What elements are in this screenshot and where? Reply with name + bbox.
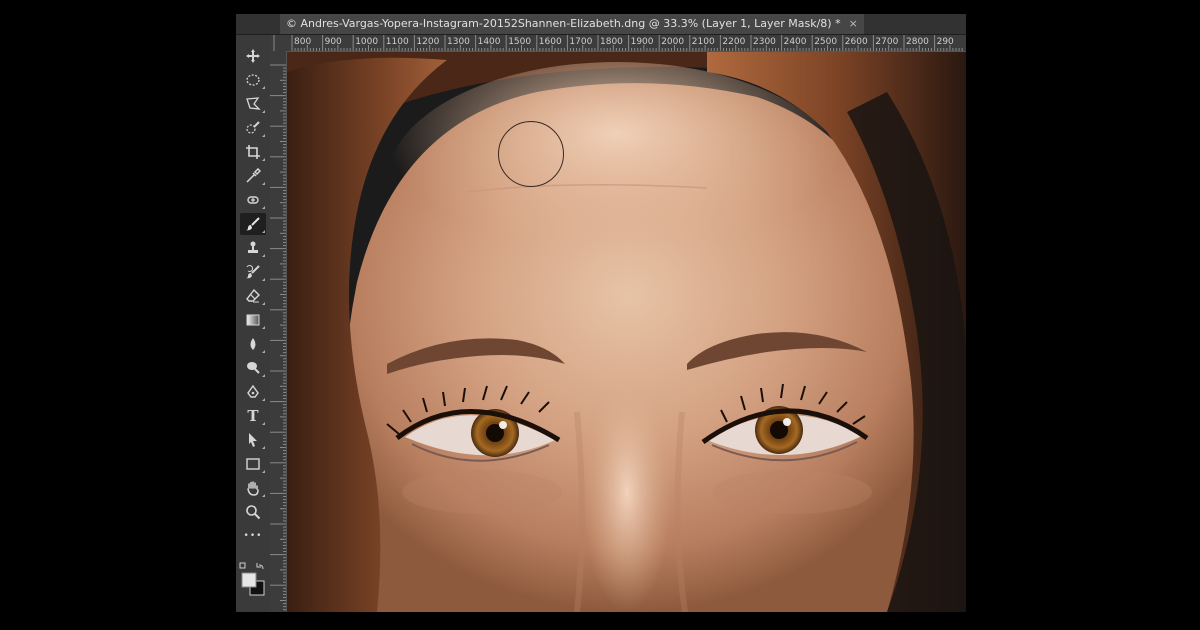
- brush-cursor: [498, 121, 564, 187]
- ruler-label: 2800: [906, 37, 929, 47]
- ruler-label: 1400: [477, 37, 501, 47]
- healing-icon: [247, 196, 259, 204]
- close-tab-icon[interactable]: ×: [849, 14, 858, 34]
- quick-selection-icon: [246, 121, 260, 134]
- more-icon: •••: [243, 531, 263, 541]
- dodge-tool[interactable]: [240, 357, 266, 379]
- pen-tool[interactable]: [240, 381, 266, 403]
- swap-colors-icon[interactable]: [256, 563, 264, 570]
- elliptical-marquee-tool[interactable]: [240, 69, 266, 91]
- brush-tool[interactable]: [240, 213, 266, 235]
- ruler-label: 800: [294, 37, 312, 47]
- vertical-ruler-ticks: [270, 64, 286, 611]
- eraser-tool[interactable]: [240, 285, 266, 307]
- hand-tool[interactable]: [240, 477, 266, 499]
- stamp-icon: [248, 241, 258, 253]
- move-icon: [246, 49, 260, 63]
- ruler-label: 290: [936, 37, 954, 47]
- color-swatches: [238, 562, 268, 602]
- rectangle-tool[interactable]: [240, 453, 266, 475]
- spot-healing-tool[interactable]: [240, 189, 266, 211]
- swatch-controls: [239, 562, 265, 596]
- ruler-label: 2600: [844, 37, 868, 47]
- history-brush-icon: [246, 264, 260, 279]
- move-tool[interactable]: [240, 45, 266, 67]
- zoom-tool[interactable]: [240, 501, 266, 523]
- document-tab-title: © Andres-Vargas-Yopera-Instagram-20152Sh…: [286, 17, 841, 30]
- foreground-color-swatch[interactable]: [241, 572, 257, 588]
- horizontal-ruler: 800 900 1000 1100 1200 1300 1400 1500 1600 1700 18…: [270, 35, 966, 52]
- path-selection-tool[interactable]: [240, 429, 266, 451]
- zoom-icon: [246, 505, 261, 520]
- crop-icon: [246, 145, 260, 159]
- ruler-label: 2100: [691, 37, 715, 47]
- eyedropper-icon: [246, 168, 261, 183]
- ruler-label: 2400: [783, 37, 807, 47]
- ruler-label: 1600: [538, 37, 562, 47]
- dodge-icon: [247, 362, 260, 374]
- brush-icon: [246, 217, 260, 231]
- ruler-label: 2000: [661, 37, 685, 47]
- ruler-label: 1200: [416, 37, 440, 47]
- gradient-tool[interactable]: [240, 309, 266, 331]
- ruler-label: 1300: [447, 37, 470, 47]
- polygonal-lasso-tool[interactable]: [240, 93, 266, 115]
- ruler-label: 1700: [569, 37, 593, 47]
- ruler-label: 2700: [875, 37, 899, 47]
- portrait-photo: [287, 52, 966, 612]
- lasso-icon: [246, 97, 261, 110]
- gradient-icon: [246, 314, 260, 326]
- blur-icon: [250, 338, 256, 350]
- ruler-label: 2300: [753, 37, 776, 47]
- crop-tool[interactable]: [240, 141, 266, 163]
- type-icon: T: [247, 407, 259, 425]
- ruler-label: 900: [324, 37, 342, 47]
- default-colors-icon[interactable]: [239, 562, 246, 569]
- ruler-label: 2200: [722, 37, 746, 47]
- history-brush-tool[interactable]: [240, 261, 266, 283]
- ruler-label: 1500: [508, 37, 532, 47]
- ruler-label: 1000: [355, 37, 379, 47]
- hand-icon: [247, 481, 259, 496]
- ruler-label: 1100: [385, 37, 409, 47]
- pen-icon: [247, 384, 259, 398]
- tools-panel: T •••: [236, 35, 271, 612]
- arrow-icon: [249, 433, 257, 447]
- eraser-icon: [246, 288, 260, 303]
- document-tab[interactable]: © Andres-Vargas-Yopera-Instagram-20152Sh…: [280, 14, 864, 34]
- document-canvas[interactable]: [287, 52, 966, 612]
- vertical-ruler: [270, 51, 287, 612]
- clone-stamp-tool[interactable]: [240, 237, 266, 259]
- quick-selection-tool[interactable]: [240, 117, 266, 139]
- blur-tool[interactable]: [240, 333, 266, 355]
- photoshop-window: © Andres-Vargas-Yopera-Instagram-20152Sh…: [236, 14, 966, 612]
- ellipse-marquee-icon: [246, 74, 260, 86]
- more-tools[interactable]: •••: [240, 525, 266, 547]
- ruler-label: 1900: [630, 37, 654, 47]
- ruler-label: 2500: [814, 37, 838, 47]
- document-tab-bar: © Andres-Vargas-Yopera-Instagram-20152Sh…: [236, 14, 966, 35]
- type-tool[interactable]: T: [240, 405, 266, 427]
- eyedropper-tool[interactable]: [240, 165, 266, 187]
- rectangle-icon: [246, 458, 260, 470]
- ruler-label: 1800: [600, 37, 623, 47]
